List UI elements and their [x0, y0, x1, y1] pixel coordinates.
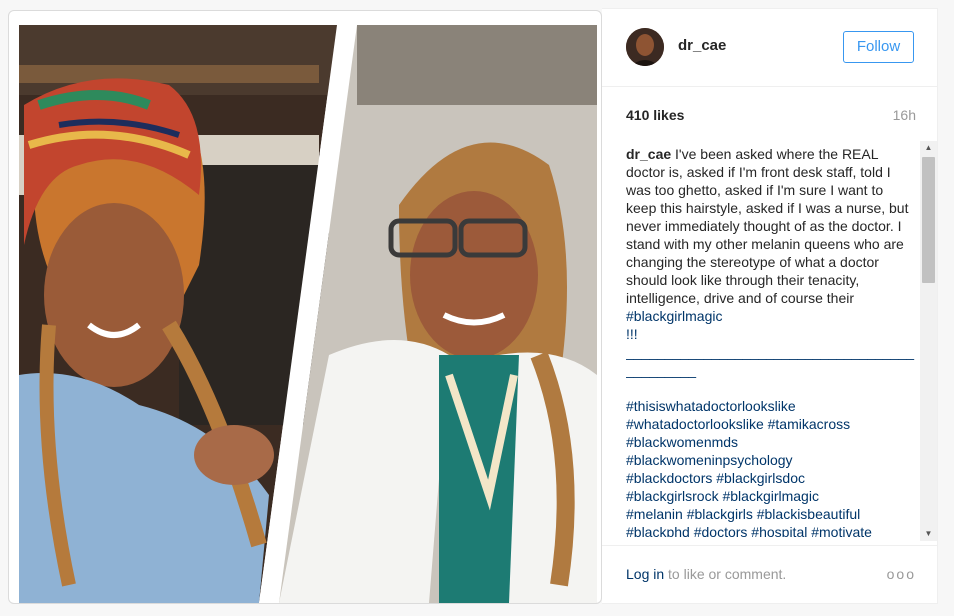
- avatar[interactable]: [626, 28, 664, 66]
- scroll-up-icon[interactable]: ▲: [920, 141, 937, 155]
- scroll-thumb[interactable]: [922, 157, 935, 283]
- caption-text: dr_cae I've been asked where the REAL do…: [626, 145, 916, 537]
- post-header: dr_cae Follow: [602, 9, 938, 87]
- photo-collage: [19, 25, 597, 603]
- caption-username[interactable]: dr_cae: [626, 146, 671, 162]
- username[interactable]: dr_cae: [678, 37, 726, 54]
- avatar-image: [626, 28, 664, 66]
- follow-button[interactable]: Follow: [843, 31, 914, 63]
- post-sidebar: dr_cae Follow 410 likes 16h dr_cae I've …: [602, 8, 938, 604]
- scroll-down-icon[interactable]: ▼: [920, 527, 937, 541]
- login-text: to like or comment.: [664, 566, 787, 582]
- photo-card: [8, 10, 602, 604]
- post-photo[interactable]: [19, 25, 597, 603]
- more-options-icon[interactable]: ooo: [887, 566, 916, 582]
- caption-scrollbar[interactable]: ▲ ▼: [920, 141, 937, 541]
- likes-row: 410 likes 16h: [626, 107, 916, 127]
- caption-hashtags[interactable]: !!! ____________________________________…: [626, 326, 914, 537]
- login-prompt: Log in to like or comment.: [626, 566, 786, 582]
- post-time[interactable]: 16h: [893, 107, 916, 123]
- login-link[interactable]: Log in: [626, 566, 664, 582]
- caption: dr_cae I've been asked where the REAL do…: [626, 145, 916, 537]
- post-view: dr_cae Follow 410 likes 16h dr_cae I've …: [0, 0, 954, 616]
- post-footer: Log in to like or comment. ooo: [602, 545, 938, 605]
- likes-count[interactable]: 410 likes: [626, 107, 684, 123]
- caption-body: I've been asked where the REAL doctor is…: [626, 146, 913, 306]
- caption-hashtag[interactable]: #blackgirlmagic: [626, 308, 722, 324]
